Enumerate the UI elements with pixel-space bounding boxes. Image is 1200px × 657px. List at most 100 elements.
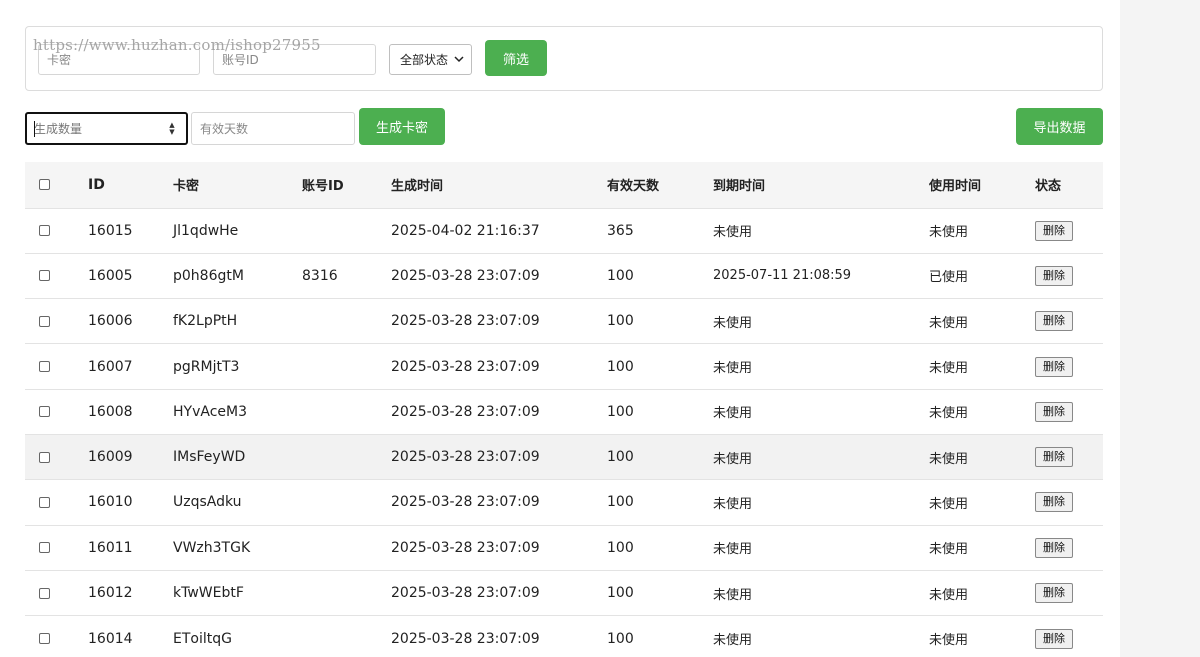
cell-account [302, 570, 391, 615]
delete-button[interactable]: 删除 [1035, 628, 1073, 649]
cell-expire: 未使用 [713, 496, 753, 512]
cell-expire: 未使用 [713, 587, 753, 603]
column-header-card: 卡密 [173, 179, 200, 195]
cell-card: ETоiltqG [173, 630, 232, 647]
table-row: 16008 HYvAceM3 2025-03-28 23:07:09 100 未使用 未使… [25, 389, 1103, 434]
card-search-input[interactable] [38, 44, 200, 75]
cell-days: 100 [607, 313, 634, 330]
row-checkbox[interactable] [39, 542, 50, 554]
cell-created: 2025-03-28 23:07:09 [391, 449, 540, 466]
row-checkbox[interactable] [39, 633, 50, 645]
delete-button[interactable]: 删除 [1035, 537, 1073, 558]
spinner-arrows-icon[interactable]: ▲ ▼ [166, 122, 178, 136]
generate-quantity-input[interactable]: 生成数量 ▲ ▼ [25, 112, 188, 145]
status-select-value: 全部状态 [400, 53, 449, 67]
cell-created: 2025-03-28 23:07:09 [391, 267, 540, 284]
cell-id: 16010 [88, 494, 133, 511]
cell-expire: 未使用 [713, 361, 753, 377]
cell-used: 未使用 [929, 496, 969, 512]
cell-expire: 未使用 [713, 225, 753, 241]
column-header-expire: 到期时间 [713, 179, 766, 195]
cell-expire: 未使用 [713, 406, 753, 422]
cell-created: 2025-03-28 23:07:09 [391, 358, 540, 375]
cell-created: 2025-03-28 23:07:09 [391, 539, 540, 556]
cell-account [302, 616, 391, 657]
delete-button[interactable]: 删除 [1035, 311, 1073, 332]
cell-days: 100 [607, 358, 634, 375]
cell-created: 2025-03-28 23:07:09 [391, 585, 540, 602]
row-checkbox[interactable] [39, 496, 50, 508]
cell-used: 未使用 [929, 406, 969, 422]
cell-account [302, 434, 391, 479]
cell-card: Jl1qdwHe [173, 222, 239, 239]
delete-button[interactable]: 删除 [1035, 401, 1073, 422]
cell-account [302, 344, 391, 389]
table-row: 16010 UzqsAdku 2025-03-28 23:07:09 100 未使用 未使… [25, 479, 1103, 525]
row-checkbox[interactable] [39, 270, 50, 282]
account-search-input[interactable] [213, 44, 376, 75]
column-header-status: 状态 [1035, 179, 1062, 195]
row-checkbox[interactable] [39, 406, 50, 418]
column-header-used: 使用时间 [929, 179, 982, 195]
cell-used: 已使用 [929, 270, 969, 286]
column-header-account: 账号ID [302, 179, 344, 195]
row-checkbox[interactable] [39, 315, 50, 327]
cell-used: 未使用 [929, 587, 969, 603]
delete-button[interactable]: 删除 [1035, 265, 1073, 286]
table-row: 16012 kTwWEbtF 2025-03-28 23:07:09 100 未使用 未使… [25, 570, 1103, 615]
cell-card: UzqsAdku [173, 494, 242, 511]
cell-expire: 2025-07-11 21:08:59 [713, 268, 852, 284]
chevron-down-icon [454, 54, 464, 67]
cell-account [302, 208, 391, 253]
cell-used: 未使用 [929, 361, 969, 377]
delete-button[interactable]: 删除 [1035, 220, 1073, 241]
row-checkbox[interactable] [39, 451, 50, 463]
cell-created: 2025-04-02 21:16:37 [391, 222, 540, 239]
column-header-id: ID [88, 176, 105, 193]
export-data-button[interactable]: 导出数据 [1016, 108, 1103, 145]
row-checkbox[interactable] [39, 225, 50, 237]
cell-id: 16012 [88, 585, 133, 602]
cell-expire: 未使用 [713, 315, 753, 331]
cell-used: 未使用 [929, 451, 969, 467]
cell-card: VWzh3TGK [173, 539, 251, 556]
delete-button[interactable]: 删除 [1035, 356, 1073, 377]
table-row: 16015 Jl1qdwHe 2025-04-02 21:16:37 365 未使用 未使… [25, 208, 1103, 253]
table-row: 16011 VWzh3TGK 2025-03-28 23:07:09 100 未使用 未使… [25, 525, 1103, 570]
cell-id: 16006 [88, 313, 133, 330]
table-row: 16006 fK2LpPtH 2025-03-28 23:07:09 100 未使用 未使… [25, 298, 1103, 344]
status-select[interactable]: 全部状态 [389, 44, 472, 75]
cell-days: 100 [607, 630, 634, 647]
cell-days: 365 [607, 222, 634, 239]
cell-id: 16007 [88, 358, 133, 375]
cell-card: kTwWEbtF [173, 585, 244, 602]
cell-days: 100 [607, 585, 634, 602]
cell-account [302, 389, 391, 434]
cell-used: 未使用 [929, 315, 969, 331]
cell-days: 100 [607, 494, 634, 511]
delete-button[interactable]: 删除 [1035, 447, 1073, 468]
cell-expire: 未使用 [713, 451, 753, 467]
cell-created: 2025-03-28 23:07:09 [391, 403, 540, 420]
cell-id: 16008 [88, 403, 133, 420]
text-caret [34, 121, 35, 137]
filter-button[interactable]: 筛选 [485, 40, 547, 76]
row-checkbox[interactable] [39, 587, 50, 599]
cell-days: 100 [607, 449, 634, 466]
generate-cards-button[interactable]: 生成卡密 [359, 108, 445, 145]
cell-card: HYvAceM3 [173, 403, 247, 420]
cell-id: 16005 [88, 267, 133, 284]
cell-card: p0h86gtM [173, 267, 244, 284]
cell-created: 2025-03-28 23:07:09 [391, 313, 540, 330]
valid-days-input[interactable] [191, 112, 355, 145]
select-all-checkbox[interactable] [39, 179, 50, 191]
cell-account [302, 525, 391, 570]
table-row: 16014 ETоiltqG 2025-03-28 23:07:09 100 未使用 未使… [25, 615, 1103, 657]
delete-button[interactable]: 删除 [1035, 492, 1073, 513]
delete-button[interactable]: 删除 [1035, 583, 1073, 604]
cell-account: 8316 [302, 267, 338, 284]
table-row: 16009 IMsFeyWD 2025-03-28 23:07:09 100 未使用 未使… [25, 434, 1103, 480]
row-checkbox[interactable] [39, 361, 50, 373]
cell-card: fK2LpPtH [173, 313, 238, 330]
cell-created: 2025-03-28 23:07:09 [391, 630, 540, 647]
